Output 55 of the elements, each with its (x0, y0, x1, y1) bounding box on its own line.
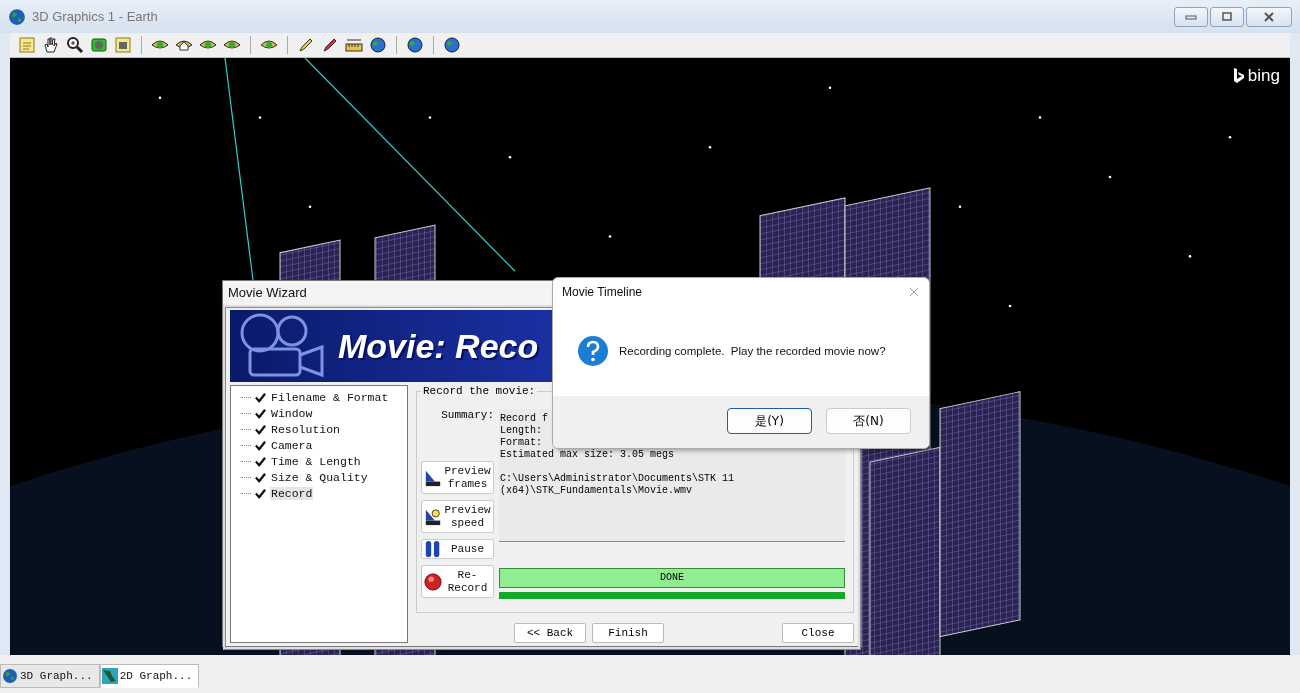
restore-icon (1221, 11, 1233, 22)
step-item[interactable]: Window (270, 406, 314, 420)
file-path: C:\Users\Administrator\Documents\STK 11 (x64)\STK_Fundamentals\Movie.wmv (500, 473, 736, 497)
ruler-icon[interactable] (345, 36, 363, 54)
pause-button[interactable]: Pause (421, 539, 494, 559)
preview-frames-button[interactable]: Preview frames (421, 461, 494, 494)
close-wizard-button[interactable]: Close (782, 623, 854, 643)
close-icon (1263, 11, 1275, 22)
globe-icon[interactable] (443, 36, 461, 54)
window-tab[interactable]: 3D Graph... (0, 664, 100, 688)
close-icon[interactable] (909, 287, 919, 297)
step-item[interactable]: Resolution (270, 422, 341, 436)
dialog-message: Recording complete. Play the recorded movie now? (619, 345, 886, 357)
dialog-title: Movie Timeline (562, 285, 643, 299)
step-item[interactable]: Size & Quality (270, 470, 369, 484)
summary-line: Format: (500, 437, 542, 449)
pencil-icon[interactable] (297, 36, 315, 54)
summary-line: Length: (500, 425, 542, 437)
globe-icon (2, 668, 18, 684)
no-button[interactable]: 否(N) (826, 408, 911, 434)
window-tab[interactable]: 2D Graph... (99, 664, 200, 688)
preview-speed-button[interactable]: Preview speed (421, 500, 494, 533)
globe-icon (8, 7, 26, 26)
pause-icon (424, 540, 442, 558)
finish-button[interactable]: Finish (592, 623, 664, 643)
zoom-icon[interactable] (66, 36, 84, 54)
snapshot-icon[interactable] (114, 36, 132, 54)
projector-icon (424, 507, 442, 526)
status-bar: DONE (499, 568, 845, 588)
camera-icon[interactable] (90, 36, 108, 54)
map-icon (101, 668, 118, 684)
close-button[interactable] (1246, 6, 1292, 27)
record-icon (424, 572, 442, 591)
minimize-icon (1185, 12, 1197, 21)
back-button[interactable]: << Back (514, 623, 586, 643)
b-logo-icon (1232, 67, 1245, 85)
question-icon (577, 335, 609, 367)
summary-line: Record f (500, 413, 548, 425)
maximize-button[interactable] (1210, 6, 1244, 27)
step-item[interactable]: Record (270, 486, 314, 500)
step-item[interactable]: Filename & Format (270, 390, 390, 404)
record-button[interactable]: Re-Record (421, 565, 494, 598)
hand-icon[interactable] (42, 36, 60, 54)
yes-button[interactable]: 是(Y) (727, 408, 812, 434)
step-item[interactable]: Time & Length (270, 454, 362, 468)
pencil-icon[interactable] (321, 36, 339, 54)
summary-line: Estimated max size: 3.05 megs (500, 449, 675, 461)
banner-title: Movie: Reco (338, 326, 539, 366)
globe-icon[interactable] (369, 36, 387, 54)
group-title: Record the movie: (421, 385, 538, 397)
step-item[interactable]: Camera (270, 438, 314, 452)
globe-icon[interactable] (406, 36, 424, 54)
summary-label: Summary: (440, 409, 494, 423)
map-attribution: bing (1247, 66, 1280, 86)
window-title: 3D Graphics 1 - Earth (32, 9, 158, 24)
